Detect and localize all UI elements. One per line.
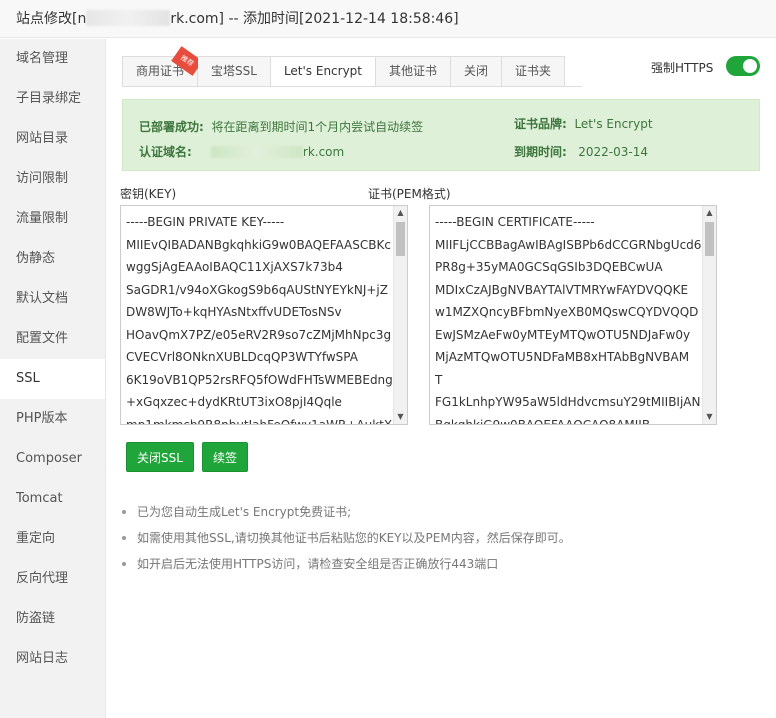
cert-content[interactable]: -----BEGIN CERTIFICATE----- MIIFLjCCBBag… xyxy=(430,206,702,424)
cert-expire: 到期时间: 2022-03-14 xyxy=(514,143,648,160)
sidebar-item-reverse-proxy[interactable]: 反向代理 xyxy=(0,559,105,599)
tab-label: 宝塔SSL xyxy=(211,64,257,78)
help-tips: 已为您自动生成Let's Encrypt免费证书; 如需使用其他SSL,请切换其… xyxy=(122,499,571,577)
scroll-thumb[interactable] xyxy=(396,222,405,256)
scroll-up-icon[interactable]: ▲ xyxy=(394,207,407,219)
tab-cert-folder[interactable]: 证书夹 xyxy=(502,56,566,87)
brand-value: Let's Encrypt xyxy=(574,117,653,131)
sidebar-item-ssl[interactable]: SSL xyxy=(0,359,105,399)
force-https-label: 强制HTTPS xyxy=(651,61,714,75)
tip-item: 如需使用其他SSL,请切换其他证书后粘贴您的KEY以及PEM内容，然后保存即可。 xyxy=(122,525,571,551)
deployed-text: 将在距离到期时间1个月内尝试自动续签 xyxy=(211,120,424,134)
redacted-domain-blur xyxy=(210,146,303,158)
cert-domain: 认证域名: rk.com xyxy=(139,143,344,160)
sidebar-item-redirect[interactable]: 重定向 xyxy=(0,519,105,559)
key-content[interactable]: -----BEGIN PRIVATE KEY----- MIIEvQIBADAN… xyxy=(121,206,393,424)
sidebar: 域名管理 子目录绑定 网站目录 访问限制 流量限制 伪静态 默认文档 配置文件 … xyxy=(0,39,106,718)
tip-item: 如开启后无法使用HTTPS访问，请检查安全组是否正确放行443端口 xyxy=(122,551,571,577)
sidebar-item-site-dir[interactable]: 网站目录 xyxy=(0,119,105,159)
cert-brand: 证书品牌: Let's Encrypt xyxy=(514,115,653,132)
expire-value: 2022-03-14 xyxy=(578,145,649,159)
ssl-tabs: 商用证书 推荐 宝塔SSL Let's Encrypt 其他证书 关闭 证书夹 xyxy=(122,46,566,87)
scroll-down-icon[interactable]: ▼ xyxy=(703,411,716,423)
sidebar-item-hotlink[interactable]: 防盗链 xyxy=(0,599,105,639)
window-title-prefix: 站点修改[n xyxy=(16,11,87,27)
sidebar-item-traffic-limit[interactable]: 流量限制 xyxy=(0,199,105,239)
sidebar-item-subdir[interactable]: 子目录绑定 xyxy=(0,79,105,119)
sidebar-item-domain[interactable]: 域名管理 xyxy=(0,39,105,79)
tab-other-cert[interactable]: 其他证书 xyxy=(376,56,452,87)
window-title: 站点修改[n rk.com] -- 添加时间[2021-12-14 18:58:4… xyxy=(0,0,776,38)
tab-label: 商用证书 xyxy=(136,64,185,78)
key-textarea[interactable]: -----BEGIN PRIVATE KEY----- MIIEvQIBADAN… xyxy=(120,205,408,425)
domain-label: 认证域名: xyxy=(139,145,192,159)
sidebar-item-default-doc[interactable]: 默认文档 xyxy=(0,279,105,319)
tab-lets-encrypt[interactable]: Let's Encrypt xyxy=(270,56,377,87)
deployed-status: 已部署成功: 将在距离到期时间1个月内尝试自动续签 xyxy=(139,118,423,135)
sidebar-item-site-log[interactable]: 网站日志 xyxy=(0,639,105,679)
tab-label: 关闭 xyxy=(464,64,489,78)
cert-textarea[interactable]: -----BEGIN CERTIFICATE----- MIIFLjCCBBag… xyxy=(429,205,717,425)
scroll-up-icon[interactable]: ▲ xyxy=(703,207,716,219)
key-scrollbar[interactable]: ▲ ▼ xyxy=(393,206,407,424)
redacted-domain-blur xyxy=(86,10,171,26)
window-title-suffix: rk.com] -- 添加时间[2021-12-14 18:58:46] xyxy=(170,11,459,27)
sidebar-item-config[interactable]: 配置文件 xyxy=(0,319,105,359)
force-https-toggle[interactable] xyxy=(726,56,760,76)
tab-label: 证书夹 xyxy=(515,64,552,78)
key-label: 密钥(KEY) xyxy=(120,187,177,201)
tab-commercial-cert[interactable]: 商用证书 推荐 xyxy=(122,46,203,87)
sidebar-item-tomcat[interactable]: Tomcat xyxy=(0,479,105,519)
scroll-down-icon[interactable]: ▼ xyxy=(394,411,407,423)
toggle-knob xyxy=(743,59,757,73)
tab-label: Let's Encrypt xyxy=(283,64,363,78)
ssl-status-alert: 已部署成功: 将在距离到期时间1个月内尝试自动续签 认证域名: rk.com 证… xyxy=(122,99,760,171)
domain-suffix: rk.com xyxy=(302,145,345,159)
close-ssl-button[interactable]: 关闭SSL xyxy=(126,442,194,472)
tabs-divider xyxy=(122,86,582,87)
tab-close[interactable]: 关闭 xyxy=(451,56,503,87)
sidebar-item-access-limit[interactable]: 访问限制 xyxy=(0,159,105,199)
deployed-label: 已部署成功: xyxy=(139,120,204,134)
tab-label: 其他证书 xyxy=(389,64,438,78)
tab-bt-ssl[interactable]: 宝塔SSL xyxy=(198,56,271,87)
cert-label: 证书(PEM格式) xyxy=(368,187,451,201)
expire-label: 到期时间: xyxy=(514,145,567,159)
cert-scrollbar[interactable]: ▲ ▼ xyxy=(702,206,716,424)
scroll-thumb[interactable] xyxy=(705,222,714,256)
brand-label: 证书品牌: xyxy=(514,117,567,131)
sidebar-item-rewrite[interactable]: 伪静态 xyxy=(0,239,105,279)
tip-item: 已为您自动生成Let's Encrypt免费证书; xyxy=(122,499,571,525)
ssl-panel: 商用证书 推荐 宝塔SSL Let's Encrypt 其他证书 关闭 证书夹 … xyxy=(106,39,776,718)
renew-button[interactable]: 续签 xyxy=(202,442,249,472)
sidebar-item-composer[interactable]: Composer xyxy=(0,439,105,479)
sidebar-item-php-version[interactable]: PHP版本 xyxy=(0,399,105,439)
